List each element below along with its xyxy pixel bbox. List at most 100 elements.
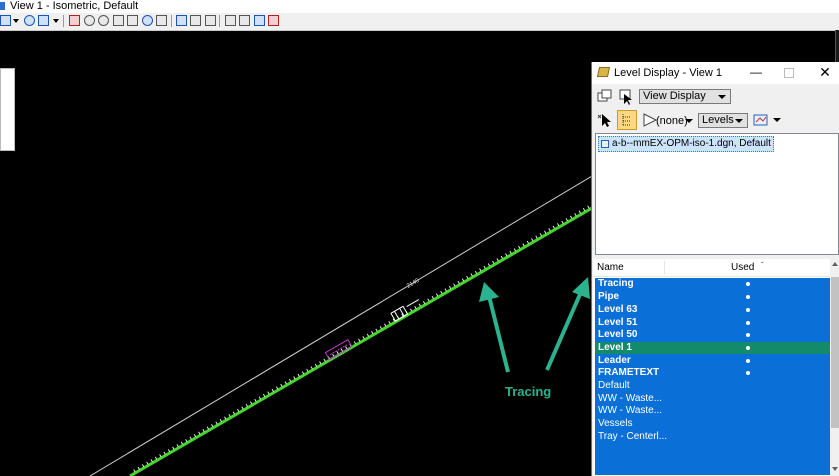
- used-indicator: [746, 321, 750, 325]
- level-name: Level 63: [598, 304, 638, 315]
- tree-view-toggle[interactable]: [617, 110, 637, 130]
- rotate-view-icon[interactable]: [142, 15, 153, 26]
- chevron-down-icon: [735, 119, 743, 123]
- minimize-button[interactable]: —: [746, 63, 766, 83]
- level-row[interactable]: Tracing: [595, 278, 830, 290]
- level-name: Leader: [598, 355, 631, 366]
- copy-view-icon[interactable]: [205, 15, 216, 26]
- dialog-title: Level Display - View 1: [614, 67, 723, 79]
- tracing-arrow-left: [479, 282, 510, 373]
- window-edge: [835, 30, 839, 62]
- level-row[interactable]: WW - Waste...: [595, 405, 830, 417]
- drawing-canvas[interactable]: 2140: [0, 30, 592, 476]
- level-row[interactable]: Level 51: [595, 317, 830, 329]
- levels-list[interactable]: Name Used ˇ Tracing Pipe Level 63 Level …: [593, 259, 839, 476]
- used-indicator: [746, 333, 750, 337]
- level-display-toolbar-1: View Display: [592, 84, 839, 108]
- view-attributes-icon[interactable]: [24, 15, 35, 26]
- close-button[interactable]: ✕: [815, 63, 835, 83]
- view-title-bar: View 1 - Isometric, Default: [0, 0, 839, 13]
- view-menu-icon[interactable]: [0, 15, 11, 26]
- clip-volume-icon[interactable]: [239, 15, 250, 26]
- reference-line: [89, 175, 592, 476]
- filter-value[interactable]: (none): [656, 115, 688, 127]
- levels-dropdown[interactable]: Levels: [698, 113, 748, 128]
- update-view-icon[interactable]: [69, 15, 80, 26]
- level-row[interactable]: Tray - Centerl...: [595, 431, 830, 443]
- display-style-icon[interactable]: [38, 15, 49, 26]
- sort-icon[interactable]: ˇ: [761, 261, 764, 270]
- scroll-up-icon[interactable]: [832, 262, 838, 266]
- level-name: Default: [598, 380, 630, 391]
- levels-list-header: Name Used ˇ: [593, 259, 830, 277]
- column-name[interactable]: Name: [597, 262, 624, 273]
- used-indicator: [746, 346, 750, 350]
- view-display-value: View Display: [643, 90, 706, 102]
- level-row[interactable]: FRAMETEXT: [595, 367, 830, 379]
- column-divider: [664, 261, 665, 274]
- pan-view-icon[interactable]: [156, 15, 167, 26]
- fit-view-icon[interactable]: [127, 15, 138, 26]
- chevron-down-icon[interactable]: [773, 118, 781, 122]
- dialog-title-bar[interactable]: Level Display - View 1 — ✕: [592, 62, 839, 84]
- view-previous-icon[interactable]: [176, 15, 187, 26]
- select-arrow-icon[interactable]: [597, 112, 613, 128]
- level-row[interactable]: WW - Waste...: [595, 393, 830, 405]
- level-name: Level 50: [598, 329, 638, 340]
- column-used[interactable]: Used: [731, 262, 754, 273]
- zoom-in-icon[interactable]: [84, 15, 95, 26]
- level-name: FRAMETEXT: [598, 367, 660, 378]
- scroll-thumb[interactable]: [831, 277, 839, 428]
- level-row[interactable]: Level 63: [595, 304, 830, 316]
- copy-view-icon[interactable]: [597, 89, 613, 105]
- level-row[interactable]: Level 50: [595, 329, 830, 341]
- tree-item-file[interactable]: a-b--mmEX-OPM-iso-1.dgn, Default: [598, 136, 774, 152]
- levels-rows: Tracing Pipe Level 63 Level 51 Level 50 …: [595, 278, 830, 475]
- used-indicator: [746, 359, 750, 363]
- chevron-down-icon: [718, 95, 726, 99]
- level-name: Level 1: [598, 342, 632, 353]
- level-row[interactable]: Vessels: [595, 418, 830, 430]
- chevron-down-icon[interactable]: [685, 119, 693, 123]
- level-manager-icon[interactable]: [753, 112, 769, 128]
- maximize-button[interactable]: [779, 63, 799, 83]
- level-display-icon: [596, 67, 611, 77]
- camera-icon[interactable]: [225, 15, 236, 26]
- scroll-down-icon[interactable]: [832, 467, 838, 471]
- level-display-dialog: Level Display - View 1 — ✕ View Display: [591, 62, 839, 476]
- levels-value: Levels: [702, 114, 734, 126]
- level-name: Pipe: [598, 291, 620, 302]
- level-row[interactable]: Level 1: [595, 342, 830, 354]
- level-name: WW - Waste...: [598, 405, 663, 416]
- level-display-icon[interactable]: [268, 15, 279, 26]
- window-area-icon[interactable]: [113, 15, 124, 26]
- pipe-line[interactable]: [129, 206, 592, 476]
- view-title: View 1 - Isometric, Default: [10, 0, 139, 12]
- level-name: Tracing: [598, 278, 634, 289]
- tree-view-icon: [622, 114, 631, 126]
- select-view-icon[interactable]: [618, 89, 634, 105]
- clip-mask-icon[interactable]: [254, 15, 265, 26]
- level-name: Tray - Centerl...: [598, 431, 668, 442]
- toolbar-separator: [171, 15, 172, 27]
- view-display-dropdown[interactable]: View Display: [639, 89, 731, 104]
- zoom-out-icon[interactable]: [98, 15, 109, 26]
- tracing-annotation-label: Tracing: [505, 384, 552, 399]
- left-side-panel[interactable]: [0, 68, 15, 151]
- dgn-file-icon: [601, 140, 609, 148]
- level-row[interactable]: Leader: [595, 355, 830, 367]
- level-name: Level 51: [598, 317, 638, 328]
- level-row[interactable]: Default: [595, 380, 830, 392]
- level-name: WW - Waste...: [598, 393, 663, 404]
- view-next-icon[interactable]: [190, 15, 201, 26]
- vertical-scrollbar[interactable]: [830, 259, 839, 476]
- toolbar-separator: [219, 15, 220, 27]
- level-row[interactable]: Pipe: [595, 291, 830, 303]
- pipe-hatching: [133, 203, 592, 473]
- file-tree[interactable]: a-b--mmEX-OPM-iso-1.dgn, Default: [595, 133, 839, 255]
- dropdown-icon[interactable]: [13, 19, 19, 23]
- tracing-arrow-right: [545, 277, 590, 371]
- maximize-icon: [784, 68, 794, 78]
- dropdown-icon[interactable]: [53, 19, 59, 23]
- level-display-toolbar-2: (none) Levels: [592, 108, 839, 132]
